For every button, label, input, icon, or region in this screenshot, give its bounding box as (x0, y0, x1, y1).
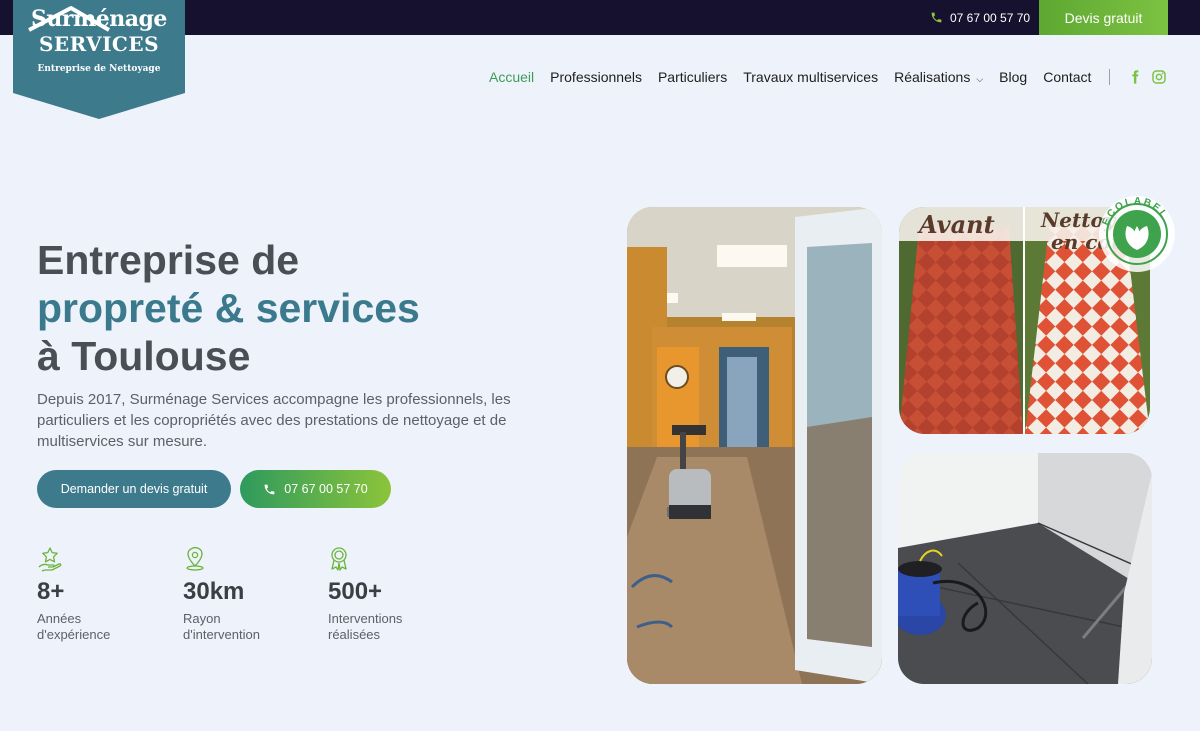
nav-item-particuliers[interactable]: Particuliers (658, 69, 727, 85)
hero-title-line3: à Toulouse (37, 333, 251, 379)
stat-interventions: 500+ Interventions réalisées (328, 546, 468, 643)
stat-radius: 30km Rayon d'intervention (183, 546, 323, 643)
stat-label-line2: d'intervention (183, 627, 260, 642)
stat-value: 8+ (37, 578, 65, 605)
hero-description: Depuis 2017, Surménage Services accompag… (37, 391, 511, 450)
stat-label: Années d'expérience (37, 611, 177, 643)
request-quote-button[interactable]: Demander un devis gratuit (37, 470, 231, 508)
stat-label-line1: Années (37, 611, 82, 626)
nav-item-travaux-multiservices[interactable]: Travaux multiservices (743, 69, 878, 85)
stat-label: Interventions réalisées (328, 611, 468, 643)
vacuum-photo-image (898, 453, 1152, 684)
site-logo[interactable]: Surménage SERVICES Entreprise de Nettoya… (13, 0, 185, 119)
stat-experience: 8+ Années d'expérience (37, 546, 177, 643)
logo-tagline: Entreprise de Nettoyage (37, 64, 161, 74)
stat-value: 500+ (328, 578, 383, 605)
ecolabel-leaf-icon: ECOLABEL (1099, 196, 1175, 272)
ecolabel-badge: ECOLABEL (1097, 194, 1177, 274)
award-ribbon-icon (331, 547, 347, 571)
chevron-down-icon: ⌵ (976, 74, 984, 84)
before-label: Avant (917, 210, 995, 239)
nav-item-professionnels[interactable]: Professionnels (550, 69, 642, 85)
hero-title-line1: Entreprise de (37, 237, 300, 283)
stat-label-line2: réalisées (328, 627, 381, 642)
nav-item-contact[interactable]: Contact (1043, 69, 1091, 85)
phone-icon (264, 484, 275, 494)
star-hand-icon (38, 547, 62, 572)
nav-item-blog[interactable]: Blog (999, 69, 1027, 85)
stat-label-line1: Interventions (328, 611, 403, 626)
nav-item-realisations[interactable]: Réalisations ⌵ (894, 69, 983, 85)
instagram-link[interactable] (1151, 69, 1167, 85)
stat-value: 30km (183, 578, 245, 605)
call-button[interactable]: 07 67 00 57 70 (240, 470, 391, 508)
location-pin-icon (186, 547, 204, 571)
phone-icon (931, 12, 942, 23)
stat-label: Rayon d'intervention (183, 611, 323, 643)
instagram-icon (1152, 70, 1166, 84)
main-nav: Accueil Professionnels Particuliers Trav… (489, 68, 1091, 86)
photo-corridor-cleaning (627, 207, 882, 684)
corridor-photo-image (627, 207, 882, 684)
photo-floor-vacuum (898, 453, 1152, 684)
stat-label-line2: d'expérience (37, 627, 111, 642)
topbar-devis-button[interactable]: Devis gratuit (1039, 0, 1168, 35)
nav-divider (1109, 69, 1110, 85)
topbar-phone-link[interactable]: 07 67 00 57 70 (930, 0, 1030, 35)
hero-title-highlight: propreté & services (37, 285, 420, 331)
call-button-label: 07 67 00 57 70 (284, 482, 368, 496)
facebook-link[interactable] (1127, 69, 1143, 85)
nav-item-accueil[interactable]: Accueil (489, 69, 534, 85)
nav-item-realisations-label: Réalisations (894, 69, 971, 85)
stat-label-line1: Rayon (183, 611, 221, 626)
facebook-icon (1132, 70, 1139, 84)
topbar-phone-number: 07 67 00 57 70 (950, 10, 1031, 25)
logo-text-services: SERVICES (38, 32, 160, 56)
hero-title: Entreprise de propreté & services à Toul… (37, 236, 597, 380)
logo-text-surmenage: Surménage (31, 6, 167, 32)
